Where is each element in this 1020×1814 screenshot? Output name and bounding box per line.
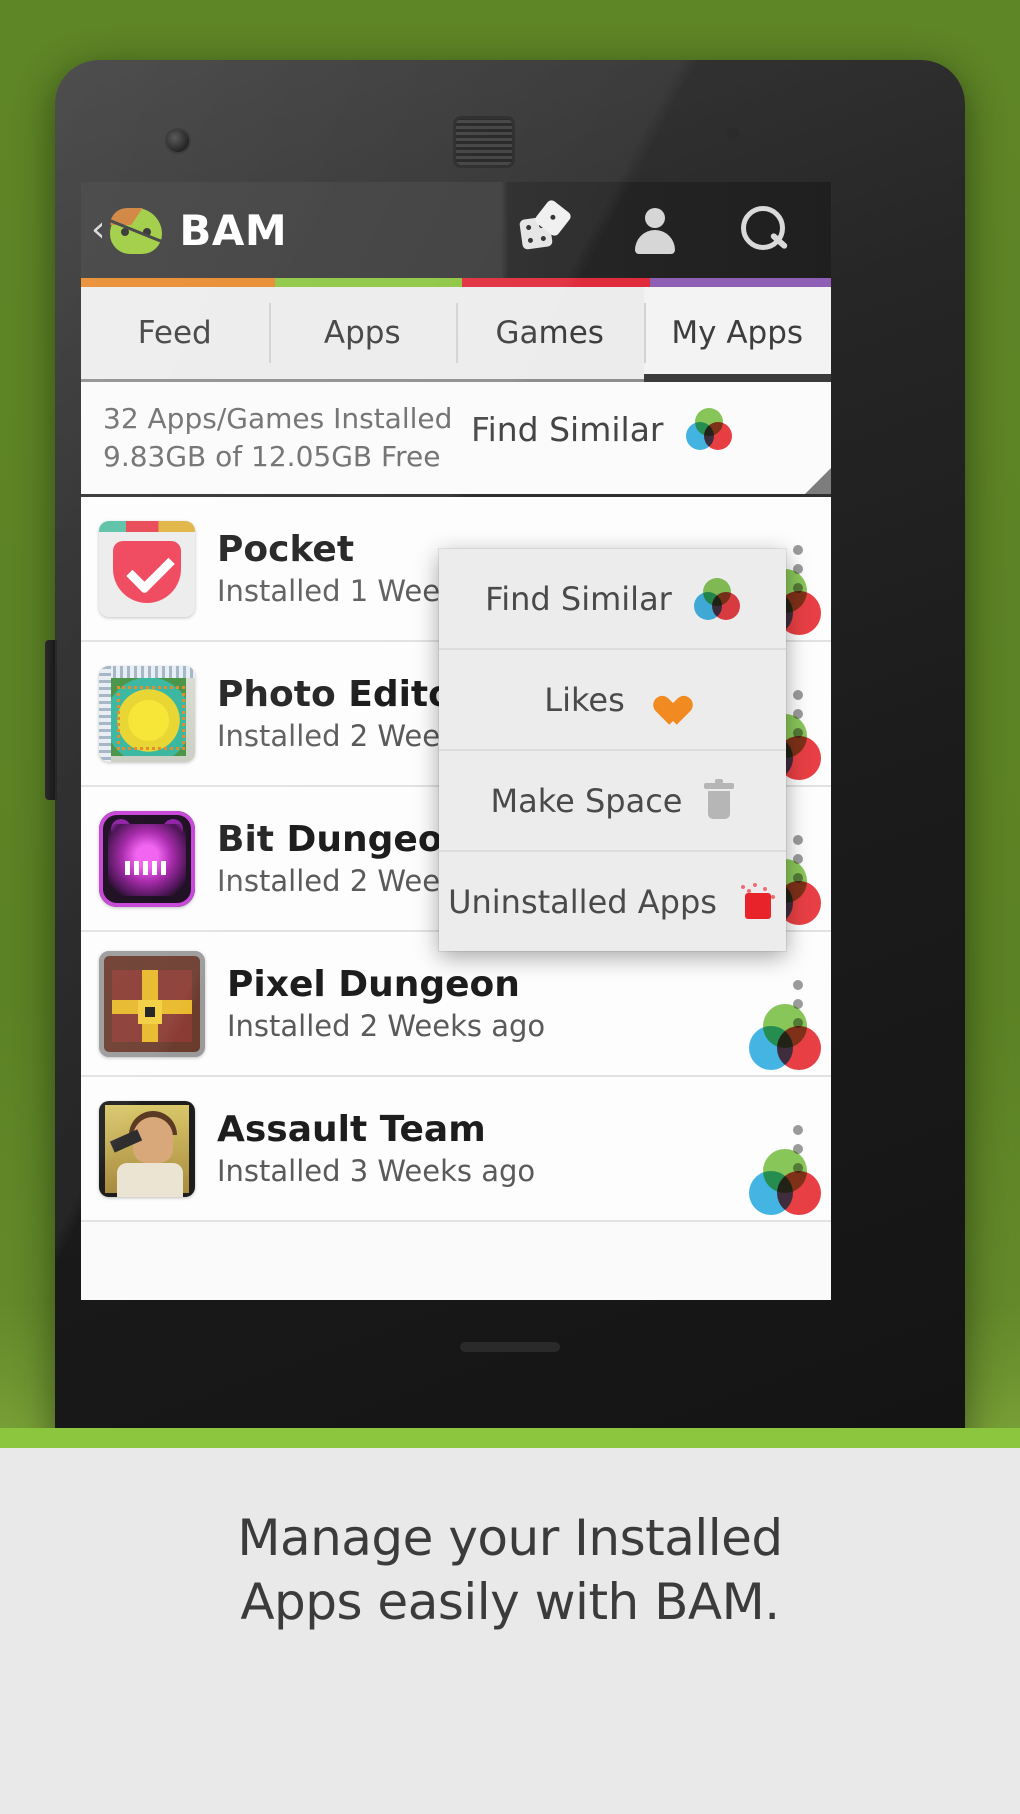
menu-item-label: Likes: [544, 680, 625, 719]
color-rule: [81, 278, 831, 287]
tab-feed[interactable]: Feed: [81, 287, 269, 379]
assault-team-icon: [99, 1100, 195, 1197]
promo-caption: Manage your Installed Apps easily with B…: [237, 1506, 783, 1634]
promo-stage: ‹ BAM Feed Apps Games My Apps 32 Apps/Ga…: [0, 0, 1020, 1814]
earpiece-speaker: [453, 116, 515, 168]
installed-count-text: 32 Apps/Games Installed: [103, 401, 453, 435]
menu-item-uninstalled-apps[interactable]: Uninstalled Apps: [439, 852, 786, 951]
phone-screen: ‹ BAM Feed Apps Games My Apps 32 Apps/Ga…: [81, 182, 831, 1300]
tab-bar: Feed Apps Games My Apps: [81, 287, 831, 382]
menu-item-label: Uninstalled Apps: [448, 882, 717, 921]
tab-label: Apps: [323, 315, 401, 351]
tab-label: My Apps: [671, 315, 804, 351]
overflow-corner-indicator: [805, 468, 831, 494]
photo-editor-icon: [99, 665, 195, 762]
menu-item-label: Find Similar: [485, 579, 672, 618]
green-divider-strip: [0, 1428, 1020, 1450]
free-space-text: 9.83GB of 12.05GB Free: [103, 440, 441, 473]
phone-mockup: ‹ BAM Feed Apps Games My Apps 32 Apps/Ga…: [45, 60, 965, 1450]
tab-games[interactable]: Games: [456, 287, 644, 379]
app-install-date: Installed 2 Weeks ago: [227, 1009, 546, 1044]
app-install-date: Installed 3 Weeks ago: [217, 1154, 536, 1189]
app-title: BAM: [179, 205, 288, 255]
volume-button[interactable]: [45, 640, 57, 800]
find-similar-label: Find Similar: [471, 409, 664, 449]
app-name: Assault Team: [217, 1108, 486, 1150]
caption-line-2: Apps easily with BAM.: [240, 1573, 780, 1631]
app-name: Pixel Dungeon: [227, 963, 520, 1005]
tab-label: Feed: [137, 315, 212, 351]
trash-icon: [704, 778, 735, 819]
front-camera-icon: [165, 128, 191, 154]
dice-icon[interactable]: [519, 198, 575, 258]
action-bar: ‹ BAM: [81, 182, 831, 278]
menu-item-label: Make Space: [490, 781, 683, 820]
person-icon[interactable]: [627, 202, 683, 258]
find-similar-button[interactable]: Find Similar: [471, 408, 732, 450]
stats-row: 32 Apps/Games Installed 9.83GB of 12.05G…: [81, 382, 831, 497]
venn-icon: [685, 408, 732, 450]
proximity-sensor-icon: [695, 128, 709, 142]
light-sensor-icon: [727, 128, 739, 140]
menu-item-likes[interactable]: Likes: [439, 650, 786, 751]
bam-logo-icon[interactable]: [107, 202, 166, 258]
back-icon[interactable]: ‹: [91, 212, 105, 248]
tab-my-apps[interactable]: My Apps: [643, 287, 831, 382]
heart-icon: [647, 684, 681, 716]
pocket-icon: [99, 520, 195, 617]
pixel-dungeon-icon: [99, 950, 205, 1057]
storage-stats: 32 Apps/Games Installed 9.83GB of 12.05G…: [103, 400, 452, 476]
menu-item-find-similar[interactable]: Find Similar: [439, 549, 786, 650]
tab-label: Games: [495, 315, 604, 351]
table-row[interactable]: Pixel Dungeon Installed 2 Weeks ago: [81, 932, 831, 1077]
caption-panel: Manage your Installed Apps easily with B…: [0, 1448, 1020, 1814]
tab-apps[interactable]: Apps: [268, 287, 457, 379]
overflow-dropdown-menu[interactable]: Find Similar Likes Make Space Uninstalle…: [439, 549, 786, 951]
action-bar-actions: [519, 198, 831, 258]
menu-item-make-space[interactable]: Make Space: [439, 751, 786, 852]
table-row[interactable]: Assault Team Installed 3 Weeks ago: [81, 1077, 831, 1222]
bit-dungeon-icon: [99, 810, 195, 907]
uninstalled-icon: [739, 882, 777, 921]
app-info: Pixel Dungeon Installed 2 Weeks ago: [227, 964, 749, 1043]
home-button[interactable]: [460, 1342, 560, 1352]
app-info: Assault Team Installed 3 Weeks ago: [217, 1109, 749, 1188]
caption-line-1: Manage your Installed: [237, 1509, 783, 1567]
search-icon[interactable]: [735, 202, 791, 258]
venn-icon: [693, 577, 740, 620]
